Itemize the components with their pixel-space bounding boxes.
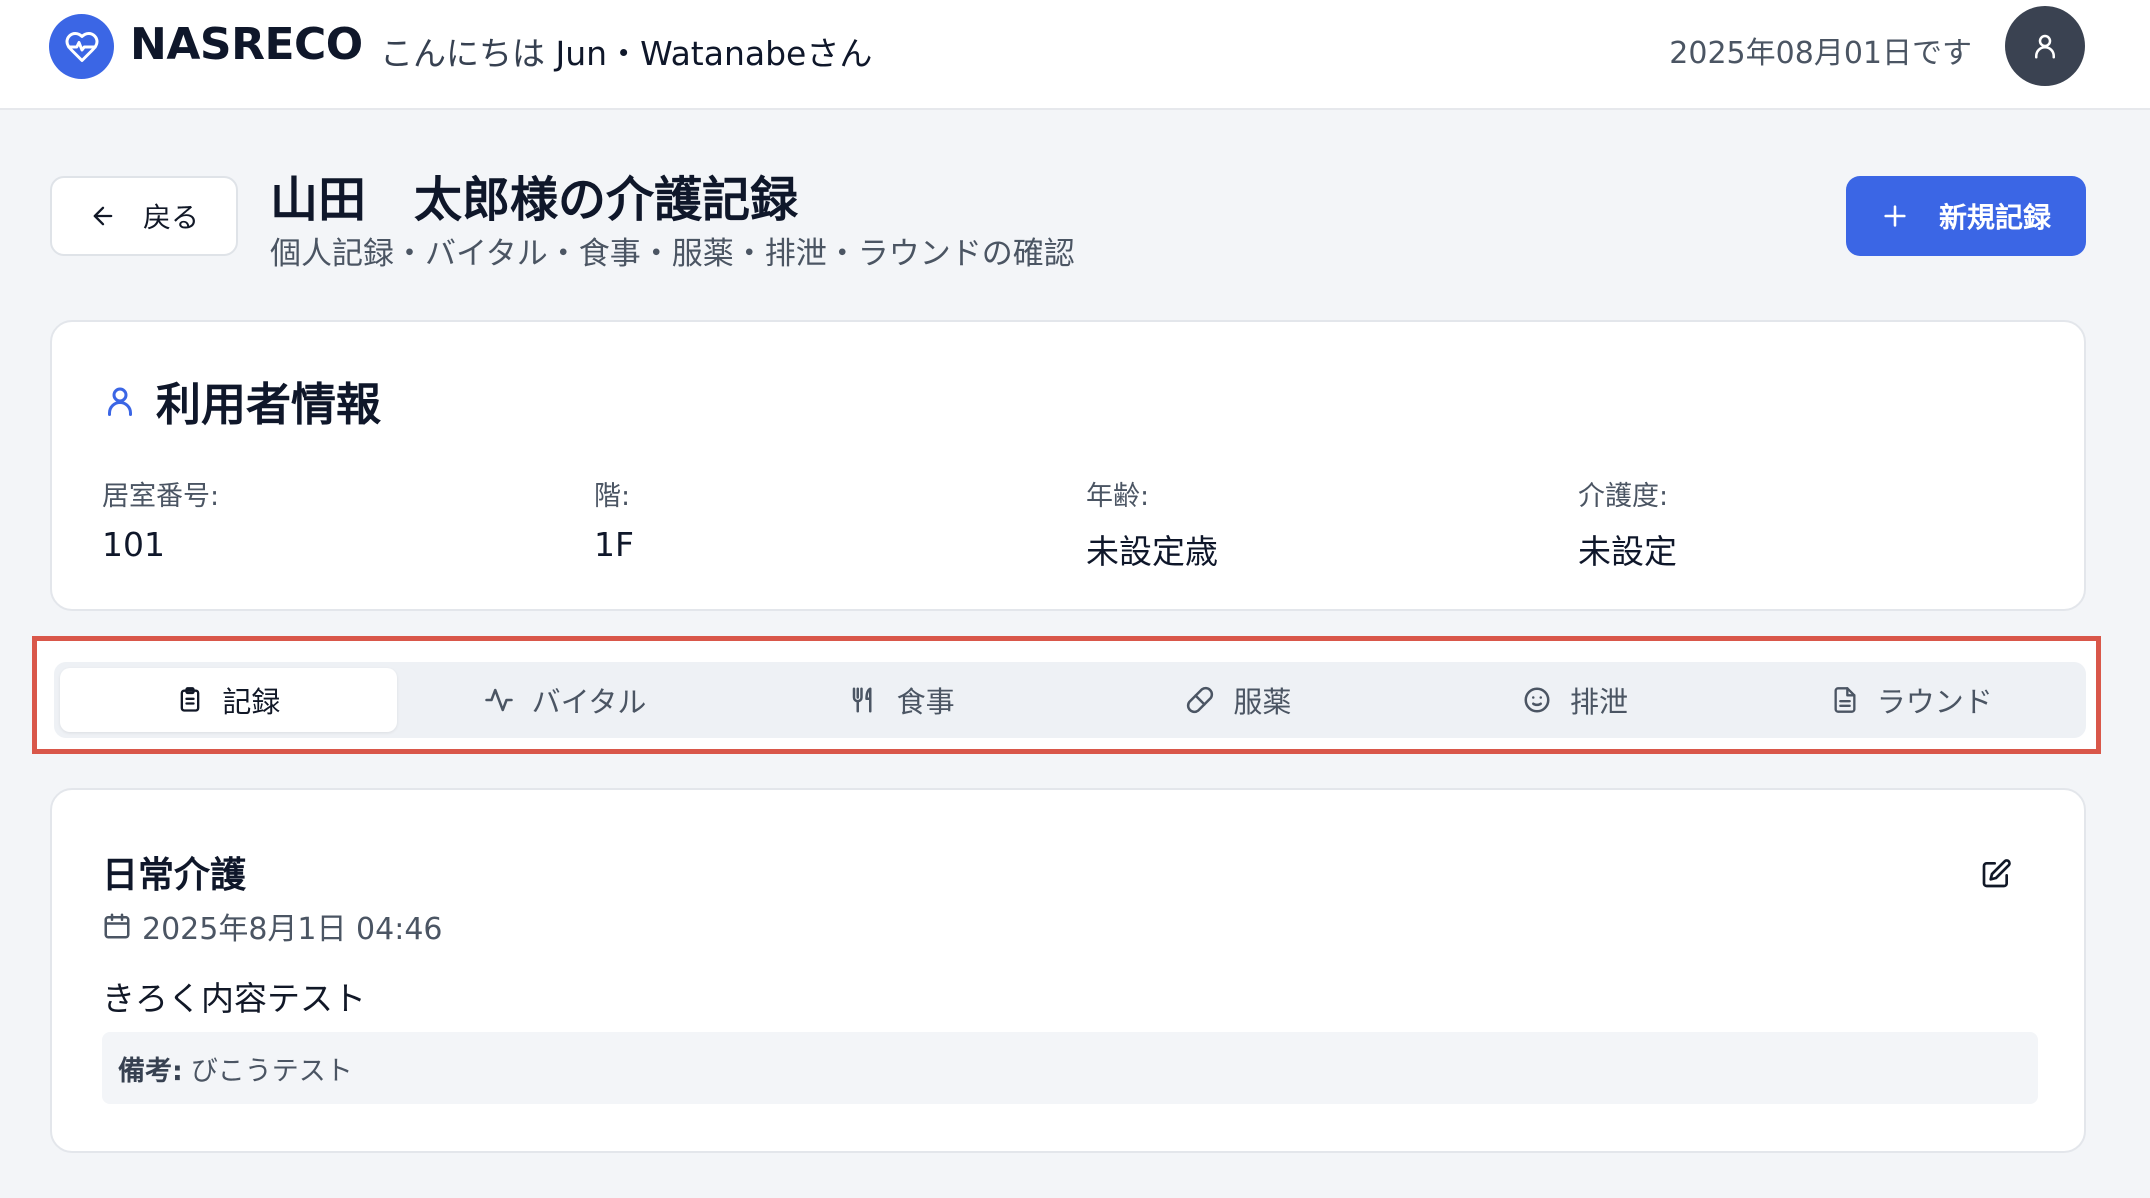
- app-header: NASRECO こんにちは Jun・Watanabeさん 2025年08月01日…: [0, 0, 2150, 110]
- user-info-card: 利用者情報 居室番号: 101 階: 1F 年齢: 未設定歳 介護度: 未設定: [50, 320, 2086, 611]
- user-name: Jun・Watanabeさん: [555, 34, 873, 73]
- utensils-icon: [852, 687, 872, 713]
- age-field: 年齢: 未設定歳: [1086, 474, 1218, 573]
- greeting-word: こんにちは: [380, 34, 545, 73]
- room-number-value: 101: [102, 525, 165, 564]
- tab-rounds[interactable]: ラウンド: [1743, 668, 2080, 732]
- tab-records-label: 記録: [222, 685, 281, 719]
- new-record-button[interactable]: 新規記録: [1846, 176, 2086, 256]
- room-number-field: 居室番号: 101: [102, 474, 219, 564]
- plus-icon: [1884, 205, 1906, 227]
- clipboard-icon: [180, 687, 200, 712]
- tab-excretion-label: 排泄: [1570, 685, 1629, 719]
- page-title: 山田 太郎様の介護記録: [270, 172, 799, 228]
- activity-icon: [484, 688, 513, 712]
- floor-field: 階: 1F: [594, 474, 634, 564]
- arrow-left-icon: [93, 206, 113, 226]
- back-button-label: 戻る: [142, 201, 199, 234]
- floor-label: 階:: [594, 481, 631, 512]
- back-button[interactable]: 戻る: [50, 176, 238, 256]
- pill-icon: [1187, 686, 1214, 714]
- record-title: 日常介護: [102, 855, 247, 896]
- user-info-heading: 利用者情報: [102, 368, 381, 433]
- care-level-field: 介護度: 未設定: [1578, 474, 1677, 573]
- tab-rounds-label: ラウンド: [1876, 685, 1993, 719]
- tab-medication[interactable]: 服薬: [1070, 668, 1407, 732]
- note-label: 備考:: [118, 1055, 183, 1087]
- care-level-value: 未設定: [1578, 532, 1677, 571]
- greeting-text: こんにちは Jun・Watanabeさん: [380, 27, 872, 75]
- tab-vitals-label: バイタル: [531, 685, 647, 719]
- record-card: 日常介護 2025年8月1日 04:46 きろく内容テスト 備考: びこうテスト: [50, 788, 2086, 1153]
- tab-medication-label: 服薬: [1233, 685, 1292, 719]
- document-icon: [1834, 687, 1856, 713]
- tab-records[interactable]: 記録: [60, 668, 397, 732]
- edit-record-button[interactable]: [1976, 854, 2016, 894]
- floor-value: 1F: [594, 525, 634, 564]
- brand-name[interactable]: NASRECO: [130, 19, 363, 70]
- record-content: きろく内容テスト: [102, 979, 366, 1018]
- record-datetime: 2025年8月1日 04:46: [142, 912, 443, 947]
- age-value: 未設定歳: [1086, 532, 1218, 571]
- user-info-title: 利用者情報: [156, 378, 382, 431]
- user-icon: [108, 387, 132, 416]
- age-label: 年齢:: [1086, 481, 1150, 512]
- face-icon: [1524, 687, 1550, 713]
- user-icon: [2035, 34, 2055, 59]
- room-number-label: 居室番号:: [102, 481, 220, 512]
- tab-excretion[interactable]: 排泄: [1407, 668, 1744, 732]
- calendar-icon: [104, 913, 130, 939]
- heart-pulse-icon: [49, 14, 114, 79]
- tab-vitals[interactable]: バイタル: [397, 668, 734, 732]
- note-value: びこうテスト: [190, 1055, 353, 1087]
- edit-icon: [1982, 859, 2011, 888]
- record-note: 備考: びこうテスト: [102, 1032, 2038, 1104]
- tab-meals-label: 食事: [896, 685, 955, 719]
- page-subtitle: 個人記録・バイタル・食事・服薬・排泄・ラウンドの確認: [270, 236, 1075, 272]
- user-avatar-button[interactable]: [2005, 6, 2085, 86]
- care-level-label: 介護度:: [1578, 481, 1669, 512]
- current-date: 2025年08月01日です: [1669, 36, 1972, 71]
- record-tabs: 記録 バイタル 食事 服薬 排泄 ラウンド: [54, 662, 2086, 738]
- record-date: 2025年8月1日 04:46: [102, 904, 443, 948]
- tab-meals[interactable]: 食事: [733, 668, 1070, 732]
- new-record-label: 新規記録: [1938, 201, 2051, 234]
